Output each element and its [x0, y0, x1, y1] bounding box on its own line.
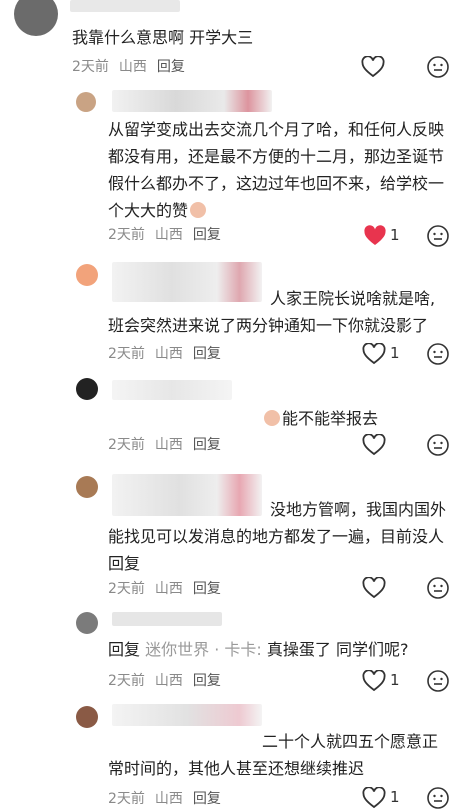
comment-meta: 2天前 山西 回复 [72, 56, 195, 76]
like-count: 1 [390, 344, 400, 362]
comment-text: 我靠什么意思啊 开学大三 [72, 28, 254, 47]
time: 2天前 [72, 59, 109, 75]
time: 2天前 [108, 346, 145, 362]
reply-button[interactable]: 回复 [193, 227, 221, 243]
avatar[interactable] [76, 706, 98, 728]
heart-outline-icon[interactable] [362, 787, 386, 809]
comment-meta: 2天前 山西 回复 [108, 224, 231, 244]
time: 2天前 [108, 791, 145, 807]
emoji-icon[interactable] [426, 786, 450, 810]
comment-text-line1: 二十个人就四五个愿意正 [262, 732, 439, 751]
reply-comment: 二十个人就四五个愿意正 常时间的，其他人甚至还想继续推迟 2天前 山西 回复 1 [0, 702, 466, 809]
comment-text: 能不能举报去 [264, 405, 454, 432]
username-blurred [112, 704, 262, 726]
comment-text-line2: 常时间的，其他人甚至还想继续推迟 [108, 759, 365, 778]
heart-outline-icon[interactable] [361, 56, 385, 78]
avatar[interactable] [76, 378, 98, 400]
reply-comment: 从留学变成出去交流几个月了哈，和任何人反映都没有用，还是最不方便的十二月，那边圣… [0, 88, 466, 248]
emoji-icon[interactable] [426, 576, 450, 600]
comment-text-line1: 没地方管啊，我国内国外 [270, 500, 447, 519]
username-blurred [70, 0, 180, 12]
heart-outline-icon[interactable] [362, 577, 386, 599]
reply-comment: 能不能举报去 2天前 山西 回复 [0, 374, 466, 464]
location: 山西 [154, 581, 183, 597]
time: 2天前 [108, 227, 145, 243]
comment-text-line1: 人家王院长说啥就是啥, [270, 289, 436, 308]
avatar[interactable] [76, 264, 98, 286]
location: 山西 [154, 791, 183, 807]
comment-meta: 2天前 山西 回复 [108, 343, 231, 363]
reply-comment: 没地方管啊，我国内国外 能找见可以发消息的地方都发了一遍，目前没人回复 2天前山… [0, 470, 466, 600]
location: 山西 [154, 673, 183, 689]
username-blurred [112, 262, 262, 302]
emoji-icon [264, 410, 280, 426]
comment-meta: 2天前 山西 回复 [108, 788, 231, 808]
heart-outline-icon[interactable] [362, 670, 386, 692]
avatar[interactable] [14, 0, 58, 36]
like-count: 1 [390, 226, 400, 244]
comment-text: 回复 迷你世界 · 卡卡: 真操蛋了 同学们呢? [108, 640, 409, 659]
emoji-icon [190, 202, 207, 218]
reply-button[interactable]: 回复 [193, 346, 221, 362]
reply-comment: 回复 迷你世界 · 卡卡: 真操蛋了 同学们呢? 2天前 山西 回复 1 [0, 606, 466, 696]
time: 2天前 [108, 437, 145, 453]
username-blurred [112, 90, 272, 112]
reply-comment: 人家王院长说啥就是啥, 班会突然进来说了两分钟通知一下你就没影了 2天前 山西 回复… [0, 258, 466, 368]
comment-meta: 2天前 山西 回复 [108, 434, 231, 454]
comment-text: 从留学变成出去交流几个月了哈，和任何人反映都没有用，还是最不方便的十二月，那边圣… [108, 120, 445, 220]
heart-filled-icon[interactable] [363, 225, 387, 247]
emoji-icon[interactable] [426, 669, 450, 693]
comment-meta: 2天前 山西 回复 [108, 578, 231, 598]
reply-button[interactable]: 回复 [193, 581, 221, 597]
comment-text-line2: 能找见可以发消息的地方都发了一遍，目前没人回复 [108, 527, 445, 573]
emoji-icon[interactable] [426, 55, 450, 79]
emoji-icon[interactable] [426, 433, 450, 457]
like-count: 1 [390, 671, 400, 689]
comment-text-line2: 班会突然进来说了两分钟通知一下你就没影了 [108, 316, 429, 335]
comment-top: 我靠什么意思啊 开学大三 2天前 山西 回复 [0, 0, 466, 90]
username-blurred [112, 474, 262, 516]
reply-button[interactable]: 回复 [193, 437, 221, 453]
emoji-icon[interactable] [426, 342, 450, 366]
avatar[interactable] [76, 476, 98, 498]
location: 山西 [154, 227, 183, 243]
reply-button[interactable]: 回复 [193, 791, 221, 807]
mention-link[interactable]: 迷你世界 · 卡卡: [145, 640, 262, 659]
reply-prefix: 回复 [108, 640, 141, 659]
comment-meta: 2天前 山西 回复 [108, 670, 231, 690]
time: 2天前 [108, 581, 145, 597]
emoji-icon[interactable] [426, 224, 450, 248]
heart-outline-icon[interactable] [362, 343, 386, 365]
location: 山西 [154, 346, 183, 362]
like-count: 1 [390, 788, 400, 806]
heart-outline-icon[interactable] [362, 434, 386, 456]
location: 山西 [154, 437, 183, 453]
reply-button[interactable]: 回复 [193, 673, 221, 689]
username-blurred [112, 380, 232, 400]
avatar[interactable] [76, 612, 98, 634]
username-blurred [112, 612, 222, 626]
reply-button[interactable]: 回复 [157, 59, 185, 75]
avatar[interactable] [76, 92, 96, 112]
location: 山西 [118, 59, 147, 75]
time: 2天前 [108, 673, 145, 689]
